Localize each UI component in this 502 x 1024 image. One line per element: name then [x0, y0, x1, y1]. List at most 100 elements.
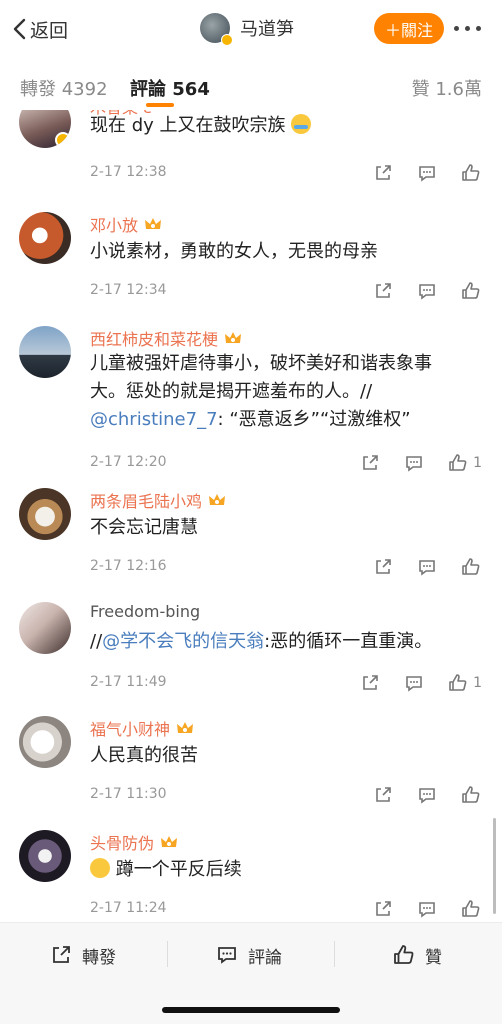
comment-actions	[350, 556, 482, 578]
repost-button[interactable]: 轉發	[50, 941, 116, 969]
comment-icon[interactable]	[416, 162, 438, 184]
mention-link[interactable]: @christine7_7	[90, 409, 218, 430]
list-item: 西红柿皮和菜花梗 儿童被强奸虐待事小，破坏美好和谐表象事 大。惩处的就是揭开遮羞…	[0, 326, 502, 486]
avatar[interactable]	[19, 830, 71, 882]
comment-icon[interactable]	[403, 672, 425, 694]
verified-badge-icon	[55, 132, 71, 148]
avatar[interactable]	[19, 716, 71, 768]
comment-username[interactable]: 邓小放	[90, 212, 162, 236]
share-icon[interactable]	[372, 784, 394, 806]
like-icon[interactable]	[460, 556, 482, 578]
avatar[interactable]	[19, 326, 71, 378]
comment-text-line: 大。惩处的就是揭开遮羞布的人。//	[90, 381, 373, 402]
username-text: 福气小财神	[90, 720, 171, 739]
crown-badge-icon	[177, 722, 194, 733]
crying-laugh-emoji-icon	[291, 114, 312, 134]
tab-comments-label: 評論	[130, 79, 166, 100]
like-icon[interactable]	[460, 162, 482, 184]
tab-comments-count: 564	[172, 79, 210, 100]
comment-icon[interactable]	[416, 556, 438, 578]
like-icon[interactable]	[460, 280, 482, 302]
tab-repost[interactable]: 轉發 4392	[20, 75, 108, 101]
comment-text-line: 儿童被强奸虐待事小，破坏美好和谐表象事	[90, 353, 432, 374]
list-item: 福气小财神 人民真的很苦 2-17 11:30	[0, 716, 502, 830]
tab-likes-count: 1.6萬	[435, 79, 482, 100]
comment-actions	[350, 280, 482, 302]
comment-text-rest: :恶的循环一直重演。	[264, 631, 433, 652]
account-avatar	[200, 13, 233, 46]
comment-actions	[350, 898, 482, 920]
comment-username[interactable]: Freedom-bing	[90, 602, 200, 621]
follow-button[interactable]: ＋關注	[374, 13, 444, 44]
comment-text: 蹲一个平反后续	[90, 856, 480, 884]
share-icon[interactable]	[359, 672, 381, 694]
comment-username[interactable]: 西红柿皮和菜花梗	[90, 326, 242, 350]
comment-time: 2-17 12:16	[90, 558, 167, 574]
avatar[interactable]	[19, 110, 71, 148]
more-options-icon[interactable]	[454, 26, 481, 31]
bottom-action-bar: 轉發 評論 贊	[0, 922, 502, 1024]
account-title[interactable]: 马道笋	[200, 12, 294, 46]
like-count: 1	[473, 675, 482, 691]
comment-button[interactable]: 評論	[216, 941, 282, 969]
tab-repost-label: 轉發	[20, 79, 56, 100]
comment-time: 2-17 12:20	[90, 454, 167, 470]
comment-username[interactable]: 福气小财神	[90, 716, 194, 740]
comment-actions	[350, 162, 482, 184]
crown-badge-icon	[161, 836, 178, 847]
tab-likes[interactable]: 贊 1.6萬	[412, 75, 482, 101]
comment-text: 现在 dy 上又在鼓吹宗族	[90, 112, 480, 140]
crown-badge-icon	[145, 218, 162, 229]
scrollbar[interactable]	[493, 818, 496, 914]
crown-badge-icon	[209, 494, 226, 505]
like-icon[interactable]	[460, 898, 482, 920]
comment-icon[interactable]	[416, 784, 438, 806]
tab-bar: 轉發 4392 評論 564 贊 1.6萬	[0, 58, 502, 110]
like-icon[interactable]	[447, 672, 469, 694]
comment-username[interactable]: 两条眉毛陆小鸡	[90, 488, 226, 512]
comment-icon[interactable]	[403, 452, 425, 474]
share-icon[interactable]	[359, 452, 381, 474]
repost-label: 轉發	[82, 947, 116, 968]
share-icon[interactable]	[372, 556, 394, 578]
avatar[interactable]	[19, 602, 71, 654]
share-icon[interactable]	[372, 162, 394, 184]
comment-icon[interactable]	[416, 898, 438, 920]
like-button[interactable]: 贊	[393, 941, 442, 969]
comment-time: 2-17 11:49	[90, 674, 167, 690]
divider	[334, 941, 335, 967]
comment-actions: 1	[337, 672, 482, 694]
list-item: 两条眉毛陆小鸡 不会忘记唐慧 2-17 12:16	[0, 488, 502, 602]
avatar[interactable]	[19, 212, 71, 264]
smile-emoji-icon	[90, 858, 110, 878]
list-item: 邓小放 小说素材，勇敢的女人，无畏的母亲 2-17 12:34	[0, 212, 502, 326]
avatar[interactable]	[19, 488, 71, 540]
comment-text: 小说素材，勇敢的女人，无畏的母亲	[90, 241, 378, 262]
list-item: 木香菜 ε 现在 dy 上又在鼓吹宗族 2-17 12:38	[0, 110, 502, 204]
verified-badge-icon	[221, 34, 233, 46]
like-icon[interactable]	[460, 784, 482, 806]
mention-link[interactable]: @学不会飞的信天翁	[102, 631, 264, 652]
comment-username[interactable]: 头骨防伪	[90, 830, 178, 854]
comment-text-body: 蹲一个平反后续	[115, 859, 242, 880]
like-icon[interactable]	[447, 452, 469, 474]
username-text: 头骨防伪	[90, 834, 155, 853]
comment-time: 2-17 12:34	[90, 282, 167, 298]
comment-text: //@学不会飞的信天翁:恶的循环一直重演。	[90, 628, 480, 656]
share-icon[interactable]	[372, 898, 394, 920]
comment-actions: 1	[337, 452, 482, 474]
comment-label: 評論	[248, 947, 282, 968]
comment-list[interactable]: 木香菜 ε 现在 dy 上又在鼓吹宗族 2-17 12:38 邓小放 小说素材，…	[0, 110, 502, 922]
share-icon[interactable]	[372, 280, 394, 302]
like-icon	[394, 945, 414, 964]
back-button[interactable]: 返回	[12, 14, 68, 44]
username-text: 邓小放	[90, 216, 139, 235]
home-indicator[interactable]	[162, 1007, 340, 1013]
divider	[167, 941, 168, 967]
tab-comments[interactable]: 評論 564	[130, 75, 210, 101]
comment-icon[interactable]	[416, 280, 438, 302]
comment-icon	[218, 947, 236, 964]
comment-time: 2-17 11:30	[90, 786, 167, 802]
list-item: Freedom-bing //@学不会飞的信天翁:恶的循环一直重演。 2-17 …	[0, 602, 502, 718]
share-icon	[53, 946, 70, 963]
